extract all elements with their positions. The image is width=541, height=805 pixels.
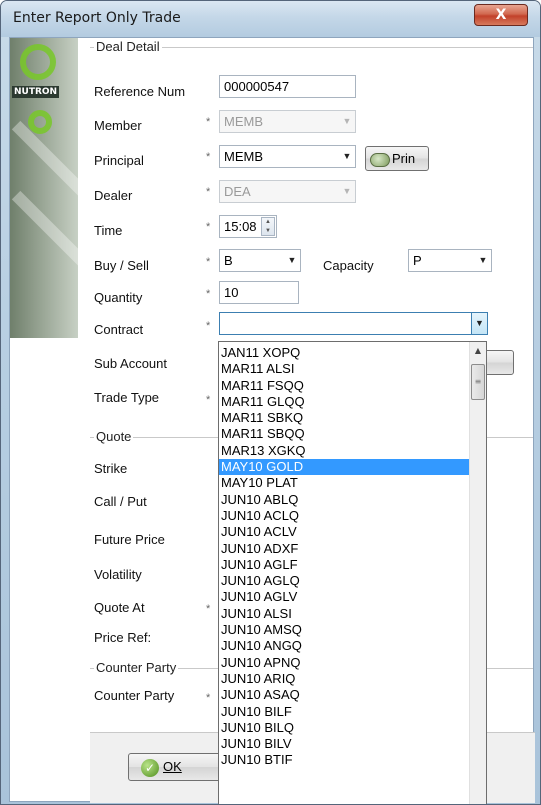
dealer-label: Dealer — [94, 188, 133, 203]
contract-option[interactable]: JUN10 AMSQ — [219, 622, 469, 638]
member-label: Member — [94, 118, 142, 133]
contract-option[interactable]: JUN10 AGLV — [219, 589, 469, 605]
quote-at-label: Quote At — [94, 600, 145, 615]
user-card-icon — [370, 152, 390, 167]
principal-value: MEMB — [224, 149, 263, 164]
contract-option[interactable]: JUN10 ACLQ — [219, 508, 469, 524]
contract-option[interactable]: MAR11 SBQQ — [219, 426, 469, 442]
member-value: MEMB — [224, 114, 263, 129]
checkmark-icon: ✓ — [141, 758, 159, 777]
capacity-select[interactable]: P ▼ — [408, 249, 492, 272]
call-put-label: Call / Put — [94, 494, 147, 509]
contract-option[interactable]: JUN10 BTIF — [219, 752, 469, 768]
contract-option[interactable]: MAR11 ALSI — [219, 361, 469, 377]
deal-detail-group-label: Deal Detail — [94, 39, 162, 54]
volatility-label: Volatility — [94, 567, 142, 582]
buy-sell-select[interactable]: B ▼ — [219, 249, 301, 272]
buy-sell-value: B — [224, 253, 233, 268]
scroll-up-icon[interactable]: ▲ — [470, 342, 486, 359]
price-ref-label: Price Ref: — [94, 630, 152, 645]
contract-option[interactable]: JUN10 BILQ — [219, 720, 469, 736]
quote-at-required-mark: * — [206, 603, 211, 615]
trade-type-required-mark: * — [206, 394, 211, 406]
strike-label: Strike — [94, 461, 128, 476]
ok-button-label: OK — [163, 759, 182, 774]
chevron-down-icon[interactable]: ▼ — [284, 250, 300, 271]
scroll-thumb[interactable]: ≡ — [471, 364, 485, 400]
contract-option[interactable]: JUN10 BILF — [219, 704, 469, 720]
dealer-value: DEA — [224, 184, 251, 199]
reference-num-field[interactable]: 000000547 — [219, 75, 356, 98]
contract-option[interactable]: MAR11 SBKQ — [219, 410, 469, 426]
dealer-select: DEA ▼ — [219, 180, 356, 203]
contract-dropdown-list[interactable]: JAN11 XOPQ MAR11 ALSI MAR11 FSQQ MAR11 GLQQ… — [218, 341, 487, 804]
contract-option[interactable]: MAR11 GLQQ — [219, 394, 469, 410]
contract-option[interactable]: JUN10 AGLQ — [219, 573, 469, 589]
contract-option[interactable]: JUN10 ALSI — [219, 606, 469, 622]
contract-option[interactable]: MAY10 PLAT — [219, 475, 469, 491]
contract-option[interactable]: JUN10 ABLQ — [219, 492, 469, 508]
counter-party-group-label: Counter Party — [94, 660, 179, 675]
contract-option[interactable]: JUN10 ASAQ — [219, 687, 469, 703]
time-field[interactable]: 15:08 ▲ ▼ — [219, 215, 277, 238]
member-select: MEMB ▼ — [219, 110, 356, 133]
contract-options: JAN11 XOPQ MAR11 ALSI MAR11 FSQQ MAR11 GLQQ… — [219, 345, 469, 769]
time-required-mark: * — [206, 221, 211, 233]
time-label: Time — [94, 223, 123, 238]
nutron-logo-strip: NUTRON — [10, 38, 78, 338]
sub-account-button[interactable] — [484, 350, 514, 375]
contract-option[interactable]: MAR13 XGKQ — [219, 443, 469, 459]
chevron-down-icon: ▼ — [342, 186, 352, 196]
quantity-field[interactable]: 10 — [219, 281, 299, 304]
chevron-down-icon[interactable]: ▼ — [475, 250, 491, 271]
contract-select[interactable]: ▼ — [219, 312, 488, 335]
contract-option[interactable]: JUN10 ARIQ — [219, 671, 469, 687]
contract-label: Contract — [94, 322, 144, 337]
time-value: 15:08 — [224, 219, 257, 234]
principal-select[interactable]: MEMB ▼ — [219, 145, 356, 168]
contract-option[interactable]: JUN10 BILV — [219, 736, 469, 752]
capacity-value: P — [413, 253, 422, 268]
principal-label: Principal — [94, 153, 144, 168]
chevron-down-icon: ▼ — [342, 116, 352, 126]
member-required-mark: * — [206, 116, 211, 128]
contract-option[interactable]: JUN10 ADXF — [219, 541, 469, 557]
counter-party-label: Counter Party — [94, 688, 175, 703]
window-title: Enter Report Only Trade — [13, 10, 181, 26]
contract-option[interactable]: MAY10 GOLD — [219, 459, 469, 476]
counter-party-required-mark: * — [206, 692, 211, 704]
contract-option[interactable]: JUN10 APNQ — [219, 655, 469, 671]
dealer-required-mark: * — [206, 186, 211, 198]
contract-option[interactable]: JUN10 ACLV — [219, 524, 469, 540]
contract-option[interactable]: JAN11 XOPQ — [219, 345, 469, 361]
future-price-label: Future Price — [94, 532, 165, 547]
contract-option[interactable]: JUN10 AGLF — [219, 557, 469, 573]
trade-type-label: Trade Type — [94, 390, 160, 405]
logo-ring-icon — [20, 44, 56, 80]
time-spinner-icon[interactable]: ▲ ▼ — [261, 217, 275, 236]
quantity-label: Quantity — [94, 290, 143, 305]
logo-stripe-icon — [11, 190, 78, 278]
reference-num-label: Reference Num — [94, 84, 186, 99]
logo-ring-icon — [28, 110, 52, 134]
capacity-label: Capacity — [323, 258, 374, 273]
nutron-logo-text: NUTRON — [12, 86, 60, 98]
dialog-window: Enter Report Only Trade X NUTRON Deal De… — [0, 0, 541, 805]
chevron-down-icon[interactable]: ▼ — [339, 146, 355, 167]
close-button[interactable]: X — [474, 4, 528, 26]
buy-sell-label: Buy / Sell — [94, 258, 149, 273]
chevron-down-icon[interactable]: ▼ — [471, 313, 487, 334]
quote-group-label: Quote — [94, 429, 134, 444]
title-bar[interactable]: Enter Report Only Trade X — [1, 1, 540, 37]
prin-button[interactable]: Prin — [365, 146, 429, 171]
buy-sell-required-mark: * — [206, 256, 211, 268]
principal-required-mark: * — [206, 151, 211, 163]
contract-required-mark: * — [206, 320, 211, 332]
contract-option[interactable]: MAR11 FSQQ — [219, 378, 469, 394]
sub-account-label: Sub Account — [94, 356, 167, 371]
prin-button-label: Prin — [392, 151, 416, 166]
quantity-required-mark: * — [206, 288, 211, 300]
contract-option[interactable]: JUN10 ANGQ — [219, 638, 469, 654]
dropdown-scrollbar[interactable]: ▲ ≡ — [469, 342, 486, 804]
